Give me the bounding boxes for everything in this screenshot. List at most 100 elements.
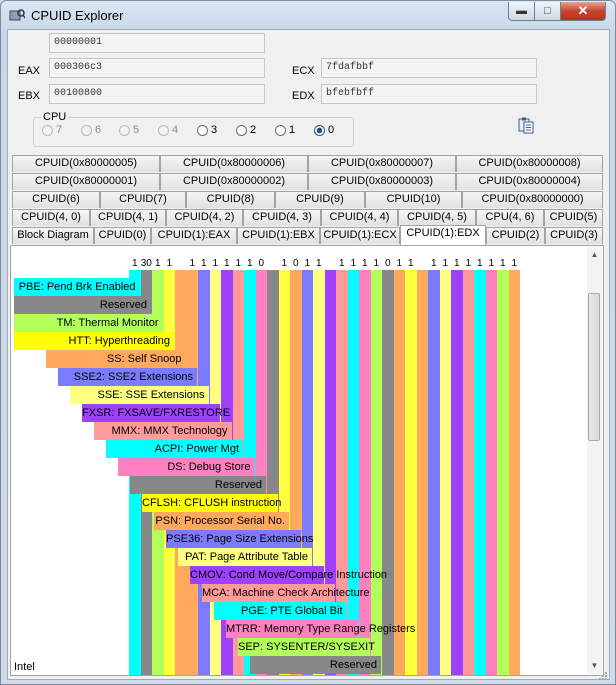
close-icon: ✕ (577, 3, 589, 18)
tab-cpuid-0x80000003[interactable]: CPUID(0x80000003) (308, 173, 456, 190)
ecx-label: ECX (292, 65, 315, 77)
title-bar[interactable]: CPUID Explorer ▬ □ ✕ (1, 1, 615, 29)
cpu-group-label: CPU (41, 111, 69, 123)
tab-cpuid-0x80000004[interactable]: CPUID(0x80000004) (456, 173, 603, 190)
minimize-button[interactable]: ▬ (508, 2, 535, 21)
tab-cpuid-0[interactable]: CPUID(0) (94, 227, 151, 244)
tab-cpuid-2[interactable]: CPUID(2) (486, 227, 545, 244)
tab-cpuid-0x80000007[interactable]: CPUID(0x80000007) (308, 155, 456, 172)
cpu-radio-4[interactable]: 4 (158, 124, 178, 136)
bit-value: 1 (439, 258, 451, 270)
scroll-up-icon[interactable]: ▲ (587, 247, 602, 263)
bit-value: 1 (393, 258, 405, 270)
bit-value: 1 (428, 258, 440, 270)
edx-bit-label: Reserved (250, 656, 381, 674)
edx-bit-label: SSE2: SSE2 Extensions (58, 368, 197, 386)
edx-diagram-panel: 1 30 1 1 1 1 1 1 1 1 0 1 0 1 1 1 1 1 1 0 1 1 1 1 1 1 1 1 1 1 PBE: Pend… (10, 245, 604, 676)
edx-bit-label: Reserved (14, 296, 151, 314)
bit-value: 0 (382, 258, 394, 270)
radio-icon (158, 124, 169, 136)
edx-bit-label: TM: Thermal Monitor (14, 314, 163, 332)
maximize-button[interactable]: □ (534, 2, 561, 21)
bit-value: 0 (255, 258, 267, 270)
tab-cpuid-4-2[interactable]: CPUID(4, 2) (166, 209, 243, 226)
edx-bit-label: PSN: Processor Serial No. (154, 512, 289, 530)
tab-cpuid-0x80000005[interactable]: CPUID(0x80000005) (12, 155, 160, 172)
bit-value: 1 (347, 258, 359, 270)
radio-icon (236, 124, 247, 136)
ebx-field[interactable]: 00100800 (49, 84, 265, 104)
tab-cpuid-4-4[interactable]: CPUID(4, 4) (321, 209, 398, 226)
cpu-radio-7[interactable]: 7 (42, 124, 62, 136)
edx-field[interactable]: bfebfbff (321, 84, 537, 104)
tab-cpuid-5[interactable]: CPUID(5) (544, 209, 603, 226)
edx-bit-label: MMX: MMX Technology (94, 422, 232, 440)
cpu-radio-2[interactable]: 2 (236, 124, 256, 136)
edx-bit-label: CMOV: Cond Move/Compare Instruction (190, 566, 387, 584)
edx-bit-label: PBE: Pend Brk Enabled (14, 278, 140, 296)
tab-cpuid-1-edx[interactable]: CPUID(1):EDX (400, 225, 486, 245)
clipboard-icon[interactable] (517, 116, 535, 134)
tab-cpuid-7[interactable]: CPUID(7) (100, 191, 186, 208)
tab-cpuid-0x80000006[interactable]: CPUID(0x80000006) (160, 155, 308, 172)
cpu-vendor-label: Intel (14, 661, 35, 673)
radio-icon (42, 124, 53, 136)
cpu-radio-6[interactable]: 6 (81, 124, 101, 136)
tab-cpuid-1-ecx[interactable]: CPUID(1):ECX (320, 227, 400, 244)
edx-bit-label: SSE: SSE Extensions (70, 386, 209, 404)
bit-value: 1 (209, 258, 221, 270)
tab-cpuid-10[interactable]: CPUID(10) (365, 191, 462, 208)
eax-field[interactable]: 000306c3 (49, 58, 265, 78)
bit-value: 1 (359, 258, 371, 270)
resize-grip-icon[interactable] (596, 669, 608, 681)
bit-value: 1 (485, 258, 497, 270)
cpu-radio-3[interactable]: 3 (197, 124, 217, 136)
ecx-field[interactable]: 7fdafbbf (321, 58, 537, 78)
edx-bit-label: PAT: Page Attribute Table (178, 548, 312, 566)
radio-icon (314, 124, 325, 136)
edx-bit-label: SEP: SYSENTER/SYSEXIT (238, 638, 375, 656)
tab-cpuid-4-3[interactable]: CPUID(4, 3) (243, 209, 321, 226)
tab-cpuid-1-eax[interactable]: CPUID(1):EAX (151, 227, 237, 244)
tab-cpuid-0x80000008[interactable]: CPUID(0x80000008) (456, 155, 603, 172)
close-button[interactable]: ✕ (560, 2, 606, 21)
tab-block-diagram[interactable]: Block Diagram (12, 227, 94, 244)
scroll-thumb[interactable] (588, 293, 600, 441)
cpu-radio-0[interactable]: 0 (314, 124, 334, 136)
edx-bit-label: ACPI: Power Mgt (106, 440, 243, 458)
tab-cpuid-1-ebx[interactable]: CPUID(1):EBX (237, 227, 320, 244)
tab-cpuid-3[interactable]: CPUID(3) (545, 227, 603, 244)
bit-value: 1 (405, 258, 417, 270)
bit-column: 1 (393, 258, 405, 675)
edx-bit-label: FXSR: FXSAVE/FXRESTORE (82, 404, 230, 422)
bit-value: 1 (221, 258, 233, 270)
bit-value (267, 258, 279, 270)
cpu-radio-1[interactable]: 1 (275, 124, 295, 136)
tab-cpuid-4-1[interactable]: CPUID(4, 1) (90, 209, 166, 226)
tab-cpuid-6[interactable]: CPUID(6) (12, 191, 100, 208)
tab-cpuid-4-0[interactable]: CPUID(4, 0) (12, 209, 90, 226)
tab-cpuid-0x80000001[interactable]: CPUID(0x80000001) (12, 173, 160, 190)
cpu-radio-label: 5 (133, 124, 140, 136)
vertical-scrollbar[interactable]: ▲ ▼ (587, 247, 602, 674)
bit-column: 1 (428, 258, 440, 675)
bit-value: 1 (129, 258, 141, 270)
cpu-radio-label: 4 (172, 124, 179, 136)
bit-value: 1 (336, 258, 348, 270)
tab-cpuid-9[interactable]: CPUID(9) (275, 191, 365, 208)
leaf-input-field[interactable]: 00000001 (49, 33, 265, 53)
bit-column: 1 (405, 258, 417, 675)
tab-cpu-4-6[interactable]: CPU(4, 6) (476, 209, 544, 226)
tab-cpuid-0x80000000[interactable]: CPUID(0x80000000) (462, 191, 603, 208)
bit-column: 1 (462, 258, 474, 675)
bit-value: 1 (474, 258, 486, 270)
tab-cpuid-4-5[interactable]: CPUID(4, 5) (398, 209, 476, 226)
edx-bit-label: MCA: Machine Check Architecture (202, 584, 370, 602)
bit-value: 1 (232, 258, 244, 270)
tab-cpuid-8[interactable]: CPUID(8) (186, 191, 275, 208)
bit-value: 1 (152, 258, 164, 270)
bit-column: 1 (508, 258, 520, 675)
tab-cpuid-0x80000002[interactable]: CPUID(0x80000002) (160, 173, 308, 190)
cpu-radio-5[interactable]: 5 (119, 124, 139, 136)
bit-value: 1 (313, 258, 325, 270)
